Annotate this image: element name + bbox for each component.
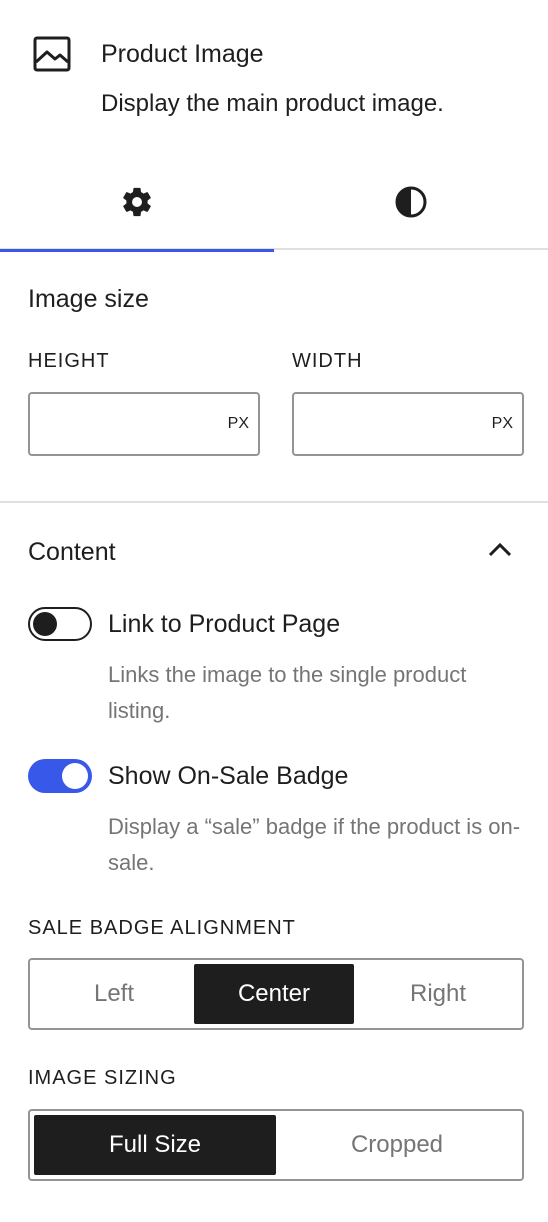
link-to-product-label: Link to Product Page [108, 610, 341, 638]
width-field: PX [292, 392, 524, 456]
width-label: WIDTH [292, 350, 363, 372]
show-sale-badge-help: Display a “sale” badge if the product is… [108, 814, 521, 875]
image-sizing-label: IMAGE SIZING [28, 1067, 177, 1089]
link-to-product-help: Links the image to the single product li… [108, 662, 467, 723]
image-icon [30, 34, 74, 74]
toggle-knob [62, 763, 88, 789]
sale-badge-alignment-control: Left Center Right [28, 958, 524, 1030]
alignment-option-center[interactable]: Center [194, 964, 354, 1024]
block-card: Product Image Display the main product i… [0, 0, 548, 150]
section-divider [0, 501, 548, 503]
alignment-option-right[interactable]: Right [358, 964, 518, 1024]
sizing-option-full-size[interactable]: Full Size [34, 1115, 276, 1175]
block-title: Product Image [101, 40, 264, 68]
height-unit: PX [227, 415, 249, 432]
image-size-title: Image size [28, 285, 149, 313]
link-to-product-toggle[interactable] [28, 607, 92, 641]
image-sizing-control: Full Size Cropped [28, 1109, 524, 1181]
sale-badge-alignment-label: SALE BADGE ALIGNMENT [28, 917, 296, 939]
chevron-up-icon[interactable] [486, 536, 514, 564]
width-unit: PX [491, 415, 513, 432]
alignment-option-left[interactable]: Left [34, 964, 194, 1024]
content-panel-title[interactable]: Content [28, 538, 116, 567]
height-input[interactable] [38, 402, 208, 446]
gear-icon [120, 185, 154, 224]
block-description: Display the main product image. [101, 90, 444, 117]
sizing-option-cropped[interactable]: Cropped [276, 1115, 518, 1175]
show-sale-badge-toggle[interactable] [28, 759, 92, 793]
toggle-knob [33, 612, 57, 636]
width-input[interactable] [302, 402, 472, 446]
tab-settings[interactable] [0, 158, 274, 252]
height-label: HEIGHT [28, 350, 110, 372]
inspector-tabs [0, 158, 548, 252]
contrast-icon [394, 185, 428, 224]
height-field: PX [28, 392, 260, 456]
tab-styles[interactable] [274, 158, 548, 250]
show-sale-badge-label: Show On-Sale Badge [108, 762, 349, 790]
